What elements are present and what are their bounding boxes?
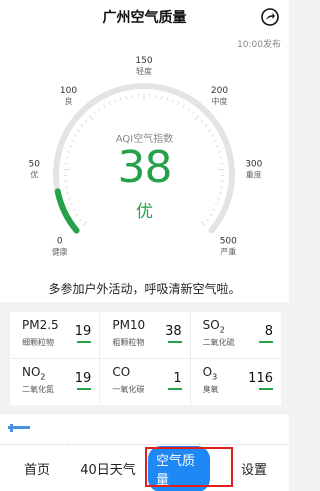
gauge-tick-label: 轻度 <box>136 66 152 76</box>
gauge-minor-tick <box>125 95 128 100</box>
gauge-minor-tick <box>88 115 94 121</box>
banner-icon <box>8 424 30 432</box>
pollutant-value: 1 <box>173 370 182 386</box>
gauge-tick-value: 150 <box>135 56 152 66</box>
gauge-minor-tick <box>108 101 111 105</box>
gauge-minor-tick <box>177 101 180 105</box>
gauge-minor-tick <box>200 119 204 123</box>
gauge-tick-value: 0 <box>57 237 63 247</box>
gauge-minor-tick <box>200 221 206 226</box>
gauge-minor-tick <box>192 111 195 115</box>
pollutant-co[interactable]: CO 一氧化碳 1 <box>100 358 191 405</box>
pollutant-desc: 臭氧 <box>202 384 219 394</box>
gauge-tick-value: 500 <box>220 237 237 247</box>
gauge-minor-tick <box>114 99 116 103</box>
pollutant-no2[interactable]: NO2 二氧化氮 19 <box>10 358 101 405</box>
gauge-tick-label: 严重 <box>220 247 236 257</box>
pollutant-grid: PM2.5 细颗粒物 19 PM10 粗颗粒物 38 SO2 二氧化硫 8 NO… <box>10 312 281 405</box>
page-title: 广州空气质量 <box>102 10 187 26</box>
pollutant-desc: 二氧化硫 <box>202 338 235 348</box>
gauge-minor-tick <box>187 107 190 111</box>
pollutant-level-bar <box>167 387 182 390</box>
gauge-tick-value: 100 <box>60 86 77 96</box>
gauge-minor-tick <box>84 119 88 123</box>
pollutant-so2[interactable]: SO2 二氧化硫 8 <box>190 312 281 359</box>
tab-home[interactable]: 首页 <box>12 445 62 491</box>
gauge-minor-tick <box>103 104 106 108</box>
pollutant-value: 116 <box>248 370 273 386</box>
pollutant-pm10[interactable]: PM10 粗颗粒物 38 <box>100 312 191 359</box>
pollutant-value: 19 <box>74 324 92 339</box>
gauge-minor-tick <box>182 104 185 108</box>
app-header: 广州空气质量 <box>0 0 289 34</box>
health-advice: 多参加户外活动，呼吸清新空气啦。 <box>48 282 241 296</box>
pollutant-o3[interactable]: O3 臭氧 116 <box>191 359 281 406</box>
pollutant-value: 19 <box>74 370 92 386</box>
pollutant-level-bar <box>167 341 182 343</box>
gauge-minor-tick <box>98 107 101 111</box>
gauge-tick-value: 200 <box>211 86 228 96</box>
gauge-minor-tick <box>93 111 96 115</box>
pollutant-level-bar <box>259 341 273 343</box>
pollutant-pm25[interactable]: PM2.5 细颗粒物 19 <box>10 312 101 359</box>
gauge-tick-label: 中度 <box>212 96 228 106</box>
pollutant-level-bar <box>77 387 92 390</box>
gauge-tick-label: 健康 <box>52 247 68 257</box>
pollutant-desc: 一氧化碳 <box>112 384 145 394</box>
pollutant-desc: 细颗粒物 <box>22 338 54 348</box>
share-icon[interactable] <box>261 8 279 26</box>
aqi-value: 38 <box>117 142 173 193</box>
gauge-minor-tick <box>80 124 84 127</box>
gauge-minor-tick <box>119 97 122 101</box>
pollutant-desc: 二氧化氮 <box>22 384 54 394</box>
gauge-minor-tick <box>160 95 163 100</box>
gauge-minor-tick <box>204 124 208 127</box>
pollutant-value: 8 <box>264 324 273 339</box>
pollutant-desc: 粗颗粒物 <box>112 338 145 348</box>
aqi-level: 优 <box>136 202 153 222</box>
selection-highlight-box <box>145 447 233 487</box>
pollutant-value: 38 <box>165 324 182 339</box>
tab-settings[interactable]: 设置 <box>232 445 276 491</box>
gauge-minor-tick <box>194 115 200 121</box>
gauge-minor-tick <box>82 221 88 226</box>
gauge-tick-label: 良 <box>65 96 73 106</box>
pollutant-level-bar <box>259 387 273 390</box>
tab-40-day-weather[interactable]: 40日天气 <box>76 445 140 491</box>
aqi-panel: 10:00发布 0 健康 50 优 100 良 150 轻度 200 中度 300 重度 500 严重 A… <box>0 34 289 302</box>
gauge-minor-tick <box>166 97 169 101</box>
pollutant-level-bar <box>77 341 92 343</box>
gauge-minor-tick <box>172 99 174 103</box>
